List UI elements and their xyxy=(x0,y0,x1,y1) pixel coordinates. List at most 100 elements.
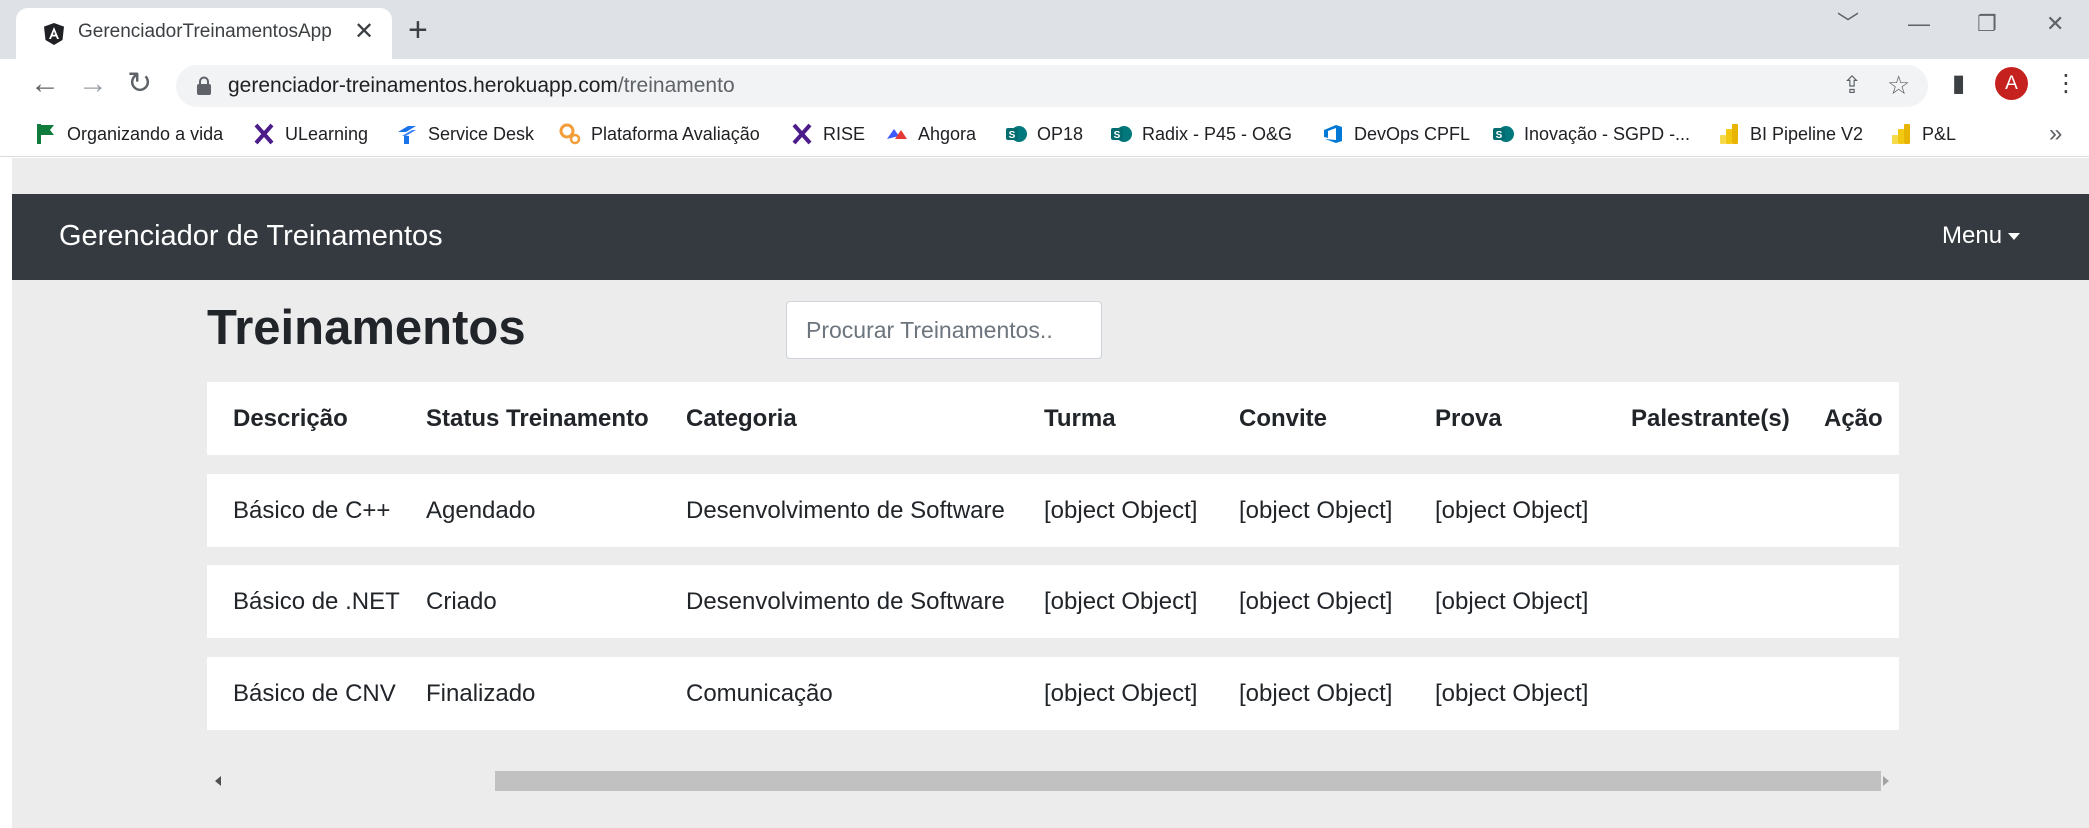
page-viewport: Gerenciador de Treinamentos Menu Treinam… xyxy=(0,158,2089,828)
column-header: Ação xyxy=(1824,405,1883,432)
table-cell: Agendado xyxy=(426,497,536,524)
new-tab-icon[interactable]: + xyxy=(408,13,428,47)
bookmark-op18[interactable]: S OP18 xyxy=(1005,122,1083,146)
x-logo-icon xyxy=(792,123,812,145)
bookmark-radix[interactable]: S Radix - P45 - O&G xyxy=(1110,122,1292,146)
table-cell: [object Object] xyxy=(1239,588,1393,615)
more-bookmarks-icon[interactable]: » xyxy=(2049,120,2062,148)
bookmark-plataforma[interactable]: Plataforma Avaliação xyxy=(559,122,760,146)
bookmark-service-desk[interactable]: Service Desk xyxy=(396,122,534,146)
table-row[interactable]: Básico de .NET Criado Desenvolvimento de… xyxy=(207,565,1899,638)
table-cell: [object Object] xyxy=(1435,680,1589,707)
table-cell: [object Object] xyxy=(1239,680,1393,707)
share-icon[interactable]: ⇪ xyxy=(1842,72,1862,100)
table-cell: [object Object] xyxy=(1044,680,1198,707)
bookmark-organizando[interactable]: Organizando a vida xyxy=(35,122,223,146)
bookmark-label: Service Desk xyxy=(428,123,535,144)
scrollbar-thumb[interactable] xyxy=(495,771,1881,791)
powerbi-icon xyxy=(1720,124,1738,144)
bookmarks-bar: Organizando a vida ULearning Service Des… xyxy=(0,112,2089,157)
bookmark-label: Ahgora xyxy=(918,123,977,144)
column-header: Prova xyxy=(1435,405,1502,432)
powerbi-icon xyxy=(1892,124,1910,144)
lock-icon xyxy=(197,76,211,95)
table-cell: [object Object] xyxy=(1435,588,1589,615)
back-icon[interactable]: ← xyxy=(30,68,60,100)
flag-icon xyxy=(37,124,54,144)
sharepoint-icon: S xyxy=(1493,126,1514,142)
bookmark-devops[interactable]: DevOps CPFL xyxy=(1322,122,1470,146)
bookmark-ahgora[interactable]: Ahgora xyxy=(886,122,976,146)
table-cell: [object Object] xyxy=(1239,497,1393,524)
bookmark-label: P&L xyxy=(1922,123,1957,144)
bookmark-label: Organizando a vida xyxy=(67,123,224,144)
bookmark-label: Inovação - SGPD -... xyxy=(1524,123,1691,144)
side-panel-icon[interactable]: ▮ xyxy=(1952,70,1965,98)
table-cell: Finalizado xyxy=(426,680,536,707)
forward-icon[interactable]: → xyxy=(78,68,108,100)
table-cell: Comunicação xyxy=(686,680,833,707)
column-header: Convite xyxy=(1239,405,1328,432)
bookmark-label: OP18 xyxy=(1037,123,1084,144)
app-navbar: Gerenciador de Treinamentos Menu xyxy=(12,194,2089,280)
bookmark-ulearning[interactable]: ULearning xyxy=(253,122,368,146)
service-desk-icon xyxy=(398,126,416,144)
menu-dropdown[interactable]: Menu xyxy=(1942,222,2021,250)
column-header: Status Treinamento xyxy=(426,405,649,432)
browser-toolbar: ← → ↻ gerenciador-treinamentos.herokuapp… xyxy=(0,59,2089,112)
scroll-right-arrow-icon[interactable] xyxy=(1883,776,1889,786)
profile-avatar[interactable]: A xyxy=(1995,67,2028,100)
bookmark-label: DevOps CPFL xyxy=(1354,123,1471,144)
table-cell: Básico de C++ xyxy=(233,497,391,524)
scroll-left-arrow-icon[interactable] xyxy=(215,776,221,786)
svg-text:S: S xyxy=(1114,130,1121,141)
close-tab-icon[interactable]: ✕ xyxy=(354,20,374,44)
search-input[interactable] xyxy=(786,301,1102,359)
tab-strip: GerenciadorTreinamentosApp ✕ + ﹀ — ❐ ✕ xyxy=(0,0,2089,59)
table-row[interactable]: Básico de CNV Finalizado Comunicação [ob… xyxy=(207,657,1899,730)
bookmark-rise[interactable]: RISE xyxy=(791,122,865,146)
menu-label: Menu xyxy=(1942,222,2003,249)
address-bar[interactable]: gerenciador-treinamentos.herokuapp.com/t… xyxy=(176,65,1928,107)
table-cell: [object Object] xyxy=(1435,497,1589,524)
column-header: Descrição xyxy=(233,405,348,432)
restore-icon[interactable]: ❐ xyxy=(1977,12,1997,36)
table-cell: Desenvolvimento de Software xyxy=(686,588,1005,615)
gears-icon xyxy=(559,123,581,145)
bookmark-label: RISE xyxy=(823,123,866,144)
close-window-icon[interactable]: ✕ xyxy=(2046,12,2064,36)
angular-favicon-icon xyxy=(44,23,64,45)
table-cell: Básico de CNV xyxy=(233,680,396,707)
table-header-row: Descrição Status Treinamento Categoria T… xyxy=(207,382,1899,455)
horizontal-scrollbar[interactable] xyxy=(207,770,1899,792)
table-cell: Desenvolvimento de Software xyxy=(686,497,1005,524)
table-cell: Criado xyxy=(426,588,497,615)
caret-down-icon xyxy=(2008,233,2021,241)
column-header: Turma xyxy=(1044,405,1116,432)
minimize-icon[interactable]: — xyxy=(1908,12,1930,36)
bookmark-label: BI Pipeline V2 xyxy=(1750,123,1864,144)
table-cell: Básico de .NET xyxy=(233,588,400,615)
page-title: Treinamentos xyxy=(207,301,526,355)
column-header: Categoria xyxy=(686,405,797,432)
table-cell: [object Object] xyxy=(1044,497,1198,524)
bookmark-star-icon[interactable]: ☆ xyxy=(1887,71,1910,99)
ahgora-icon xyxy=(887,129,907,139)
navbar-brand[interactable]: Gerenciador de Treinamentos xyxy=(59,220,443,253)
bookmark-pl[interactable]: P&L xyxy=(1890,122,1956,146)
url-path: /treinamento xyxy=(617,74,735,97)
table-row[interactable]: Básico de C++ Agendado Desenvolvimento d… xyxy=(207,474,1899,547)
tab-search-icon[interactable]: ﹀ xyxy=(1837,12,1859,36)
bookmark-inovacao[interactable]: S Inovação - SGPD -... xyxy=(1492,122,1690,146)
tab-title: GerenciadorTreinamentosApp xyxy=(78,21,332,42)
url-text: gerenciador-treinamentos.herokuapp.com/t… xyxy=(228,74,735,98)
sharepoint-icon: S xyxy=(1111,126,1132,142)
browser-menu-icon[interactable]: ⋮ xyxy=(2054,70,2078,98)
sharepoint-icon: S xyxy=(1006,126,1027,142)
devops-icon xyxy=(1324,125,1342,143)
url-host: gerenciador-treinamentos.herokuapp.com xyxy=(228,74,618,97)
reload-icon[interactable]: ↻ xyxy=(127,68,152,100)
svg-text:S: S xyxy=(1009,130,1016,141)
bookmark-bi-pipeline[interactable]: BI Pipeline V2 xyxy=(1718,122,1863,146)
browser-tab[interactable]: GerenciadorTreinamentosApp ✕ xyxy=(16,8,392,59)
